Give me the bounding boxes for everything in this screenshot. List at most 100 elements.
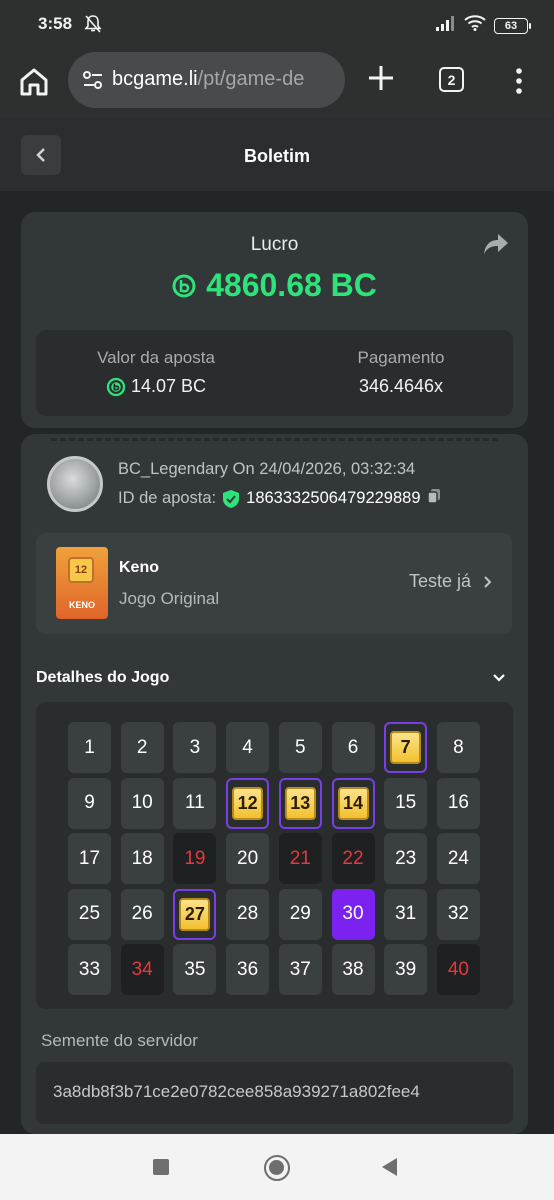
keno-thumbnail: 12 KENO (56, 547, 108, 619)
keno-grid: 1 2 3 4 5 6 7 8 9 10 11 12 13 14 15 16 17 18 19 20 21 22 23 24 2… (36, 702, 513, 1009)
keno-ball-icon: 12 (68, 557, 94, 583)
keno-tile-12: 12 (226, 777, 270, 829)
site-settings-icon[interactable] (82, 69, 104, 96)
keno-thumb-label: KENO (68, 600, 95, 610)
keno-tile-37: 37 (278, 944, 322, 995)
bet-amount-value: 14.07 BC (130, 376, 207, 396)
keno-tile-34: 34 (120, 944, 164, 995)
keno-tile-36: 36 (226, 944, 270, 995)
keno-tile-28: 28 (226, 888, 270, 940)
wifi-icon (464, 15, 486, 36)
keno-hit-marker: 13 (284, 786, 316, 820)
keno-tile-40: 40 (436, 944, 480, 995)
keno-tile-17: 17 (68, 833, 111, 884)
status-bar: 3:58 63 (0, 0, 554, 48)
keno-tile-27: 27 (173, 888, 217, 940)
keno-tile-19: 19 (173, 833, 217, 884)
url-text: bcgame.li/pt/game-de (112, 68, 304, 91)
bet-amount-block: Valor da aposta 14.07 BC (76, 348, 236, 397)
keno-tile-11: 11 (173, 777, 217, 829)
server-seed-value: 3a8db8f3b71ce2e0782cee858a939271a802fee4 (53, 1082, 420, 1101)
try-game-label: Teste já (408, 571, 471, 591)
chevron-down-icon (493, 674, 505, 682)
payout-block: Pagamento 346.4646x (336, 348, 466, 397)
keno-tile-20: 20 (226, 833, 270, 884)
home-nav-button[interactable] (264, 1155, 290, 1181)
back-nav-button[interactable] (382, 1158, 397, 1176)
collapse-details-button[interactable] (492, 670, 506, 688)
game-type: Jogo Original (119, 589, 220, 608)
keno-tile-3: 3 (173, 722, 217, 773)
keno-tile-4: 4 (226, 722, 270, 773)
copy-icon[interactable] (426, 488, 441, 509)
keno-tile-32: 32 (436, 888, 480, 940)
browser-menu-button[interactable] (512, 66, 526, 96)
keno-tile-31: 31 (384, 888, 428, 940)
keno-hit-marker: 12 (232, 786, 264, 820)
bet-id-value: 1863332506479229889 (246, 489, 421, 507)
keno-tile-9: 9 (68, 777, 111, 829)
bet-summary: Valor da aposta 14.07 BC Pagamento 346.4… (36, 330, 513, 416)
game-details-title: Detalhes do Jogo (36, 669, 170, 686)
keno-tile-8: 8 (436, 722, 480, 773)
keno-tile-14: 14 (331, 777, 375, 829)
keno-tile-10: 10 (120, 777, 164, 829)
bc-coin-icon (106, 377, 126, 396)
signal-icon (436, 15, 456, 36)
keno-tile-16: 16 (436, 777, 480, 829)
verified-shield-icon (223, 489, 240, 508)
keno-tile-26: 26 (120, 888, 164, 940)
game-name: Keno (119, 559, 159, 576)
keno-tile-21: 21 (278, 833, 322, 884)
browser-toolbar: bcgame.li/pt/game-de 2 (0, 48, 554, 118)
keno-tile-5: 5 (278, 722, 322, 773)
new-tab-button[interactable] (366, 63, 396, 93)
keno-tile-15: 15 (384, 777, 428, 829)
keno-tile-7: 7 (384, 722, 428, 773)
try-game-button[interactable]: Teste já (409, 571, 492, 592)
profit-value: 4860.68 BC (206, 267, 377, 303)
keno-tile-24: 24 (436, 833, 480, 884)
bet-user-date: BC_Legendary On 24/04/2026, 03:32:34 (118, 460, 416, 478)
bet-amount: 14.07 BC (76, 376, 236, 397)
server-seed-label: Semente do servidor (41, 1031, 198, 1050)
chevron-right-icon (484, 575, 492, 588)
payout-label: Pagamento (357, 348, 445, 367)
keno-tile-33: 33 (68, 944, 111, 995)
keno-hit-marker: 7 (390, 731, 422, 764)
more-vertical-icon (516, 68, 522, 94)
avatar (47, 456, 103, 512)
bc-coin-icon (172, 274, 196, 297)
keno-tile-18: 18 (120, 833, 164, 884)
payout-value: 346.4646x (358, 376, 444, 396)
keno-hit-marker: 27 (179, 897, 211, 931)
keno-tile-25: 25 (68, 888, 111, 940)
keno-tile-13: 13 (278, 777, 322, 829)
keno-tile-2: 2 (120, 722, 164, 773)
keno-tile-38: 38 (331, 944, 375, 995)
home-icon (20, 68, 48, 96)
bet-id-row: ID de aposta: 1863332506479229889 (118, 488, 441, 509)
profit-label: Lucro (250, 234, 299, 255)
server-seed-field[interactable]: 3a8db8f3b71ce2e0782cee858a939271a802fee4 (36, 1062, 513, 1124)
battery-icon: 63 (494, 17, 531, 34)
profit-amount: 4860.68 BC (21, 267, 528, 304)
app-header: Boletim (0, 118, 554, 191)
keno-tile-6: 6 (331, 722, 375, 773)
bet-id-label: ID de aposta: (118, 489, 217, 507)
recents-button[interactable] (153, 1159, 169, 1175)
notifications-muted-icon (84, 14, 102, 39)
keno-tile-39: 39 (384, 944, 428, 995)
game-info[interactable]: 12 KENO Keno Jogo Original Teste já (36, 533, 512, 634)
system-nav-bar (0, 1134, 554, 1200)
home-button[interactable] (18, 66, 50, 98)
keno-hit-marker: 14 (337, 786, 369, 820)
tab-switcher-button[interactable]: 2 (439, 67, 464, 92)
keno-tile-22: 22 (331, 833, 375, 884)
keno-tile-30: 30 (331, 888, 375, 940)
address-bar[interactable]: bcgame.li/pt/game-de (68, 52, 345, 108)
keno-tile-29: 29 (278, 888, 322, 940)
profit-card: Lucro 4860.68 BC Valor da aposta 14.07 B… (21, 212, 528, 428)
page-title: Boletim (243, 146, 310, 166)
bet-amount-label: Valor da aposta (97, 348, 215, 367)
